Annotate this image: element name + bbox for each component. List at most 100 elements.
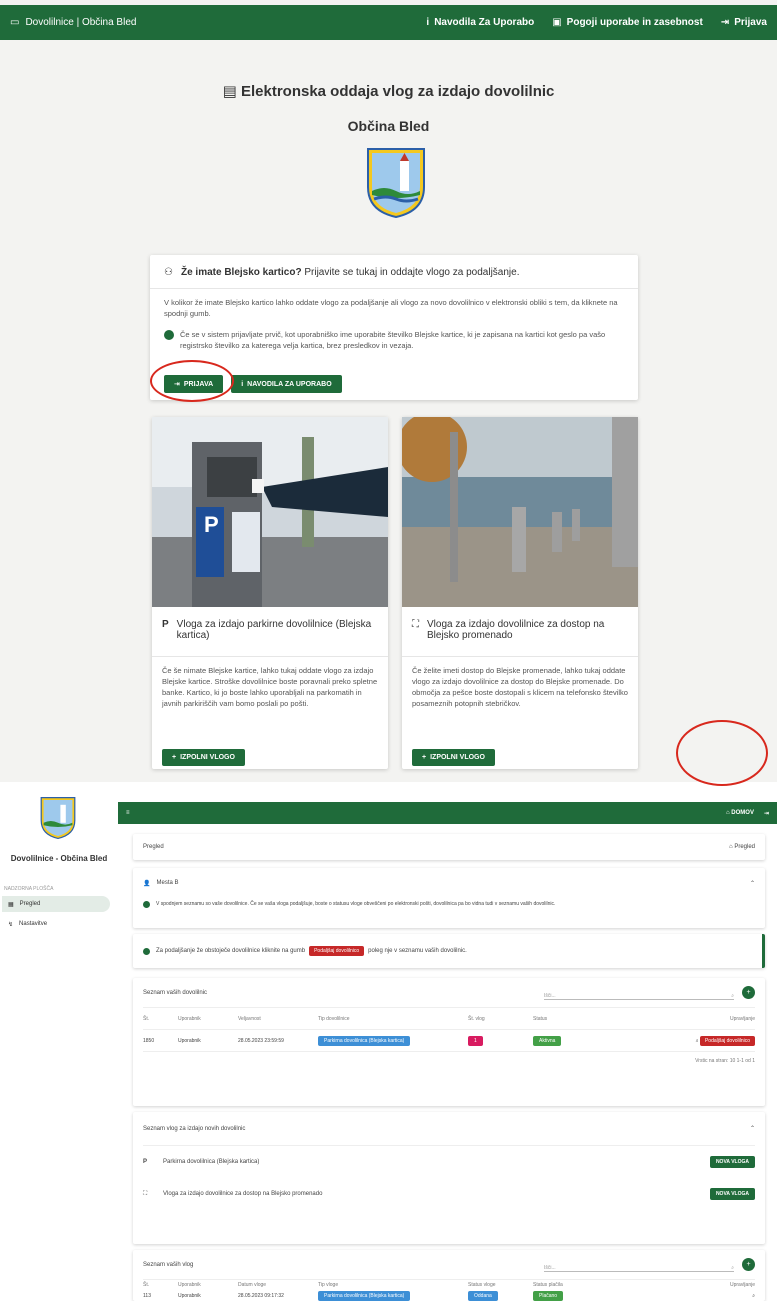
cell: 113 xyxy=(143,1292,151,1299)
col-header: Št. xyxy=(143,1015,150,1022)
chevron-up-icon[interactable]: ⌃ xyxy=(750,880,755,887)
add-icon[interactable]: + xyxy=(742,1258,755,1271)
applications-list-panel: Seznam vaših vlog Išči... ⌕ + Št. Uporabn… xyxy=(133,1250,765,1301)
info-row: V spodnjem seznamu so vaše dovolilnice. … xyxy=(143,900,755,908)
plus-icon: + xyxy=(422,754,427,761)
walk-icon: ⛶ xyxy=(412,619,419,630)
home-link[interactable]: ⌂ DOMOV xyxy=(726,810,754,817)
nav-login[interactable]: ⇥ Prijava xyxy=(721,17,767,28)
sidebar: Dovolilnice - Občina Bled NADZORNA PLOŠČ… xyxy=(0,782,118,1301)
parking-icon: P xyxy=(162,619,169,630)
bollards-photo xyxy=(402,417,638,607)
search-icon: ⌕ xyxy=(731,1264,734,1271)
promenade-tile-body: Če želite imeti dostop do Blejske promen… xyxy=(412,666,628,708)
overview-header: Pregled ⌂ Pregled xyxy=(133,834,765,860)
parking-apply-label: IZPOLNI VLOGO xyxy=(180,754,235,761)
nav-terms-label: Pogoji uporabe in zasebnost xyxy=(566,17,703,28)
permits-title: Seznam vaših dovolilnic xyxy=(143,989,208,996)
highlight-circle-login xyxy=(150,360,234,402)
user-row: 👤 Mesta B ⌃ xyxy=(143,876,755,890)
new-applications-panel: Seznam vlog za izdajo novih dovolilnic ⌃… xyxy=(133,1112,765,1244)
sidebar-item-settings[interactable]: ↯ Nastavitve xyxy=(2,916,110,932)
new-application-button[interactable]: NOVA VLOGA xyxy=(709,1156,755,1168)
parking-tile-title: P Vloga za izdajo parkirne dovolilnice (… xyxy=(152,607,388,657)
new-application-label: NOVA VLOGA xyxy=(715,1159,749,1165)
search-placeholder: Išči... xyxy=(544,1264,556,1271)
lock-icon: ▣ xyxy=(552,17,562,28)
col-header: Tip dovolilnice xyxy=(318,1015,350,1022)
brand[interactable]: ▭ Dovolilnice | Občina Bled xyxy=(10,17,136,28)
renew-button[interactable]: Podaljšaj dovolilnico xyxy=(699,1035,755,1046)
application-label: Vloga za izdajo dovolilnice za dostop na… xyxy=(163,1191,323,1197)
permits-header: Seznam vaših dovolilnic Išči... ⌕ + xyxy=(143,978,755,1008)
col-header: Veljavnost xyxy=(238,1015,261,1022)
col-header: Upravljanje xyxy=(729,1015,755,1022)
sidebar-brand: Dovolilnice - Občina Bled xyxy=(10,854,108,863)
cell: Uporabnik xyxy=(178,1292,201,1299)
overview-action[interactable]: ⌂ Pregled xyxy=(729,844,755,850)
status-chip: Oddana xyxy=(468,1290,498,1301)
user-panel: 👤 Mesta B ⌃ V spodnjem seznamu so vaše d… xyxy=(133,868,765,928)
renew-notice-rest: poleg nje v seznamu vaših dovolilnic. xyxy=(368,948,467,954)
info-dot-icon xyxy=(143,948,150,955)
new-application-button[interactable]: NOVA VLOGA xyxy=(709,1188,755,1200)
heading-bold: Že imate Blejsko kartico? xyxy=(180,267,302,278)
col-header: Status xyxy=(533,1015,548,1022)
parking-tile-title-text: Vloga za izdajo parkirne dovolilnice (Bl… xyxy=(176,619,372,641)
pager[interactable]: Vrstic na stran: 10 1-1 od 1 xyxy=(143,1052,755,1064)
info-icon: i xyxy=(241,380,244,388)
count-chip: 1 xyxy=(468,1035,483,1046)
col-header: Tip vloge xyxy=(318,1282,339,1288)
cell: 1850 xyxy=(143,1037,155,1044)
search-icon[interactable]: ⌕ xyxy=(588,1293,755,1299)
login-card-heading: ⚇ Že imate Blejsko kartico? Prijavite se… xyxy=(150,255,638,289)
permits-search-input[interactable]: Išči... ⌕ xyxy=(544,986,734,1000)
heading-rest: Prijavite se tukaj in oddajte vlogo za p… xyxy=(301,267,520,278)
promenade-tile-title: ⛶ Vloga za izdajo dovolilnice za dostop … xyxy=(402,607,638,657)
list-item: P Parkirna dovolilnica (Blejska kartica)… xyxy=(143,1146,755,1178)
walk-icon: ⛶ xyxy=(143,1190,148,1197)
card-icon: ▭ xyxy=(10,17,20,28)
login-note-text: Če se v sistem prijavljate prvič, kot up… xyxy=(180,330,606,350)
sidebar-caption: NADZORNA PLOŠČA xyxy=(4,886,54,892)
cell: 28.05.2023 23:59:59 xyxy=(238,1037,284,1044)
permits-table-header: Št. Uporabnik Veljavnost Tip dovolilnice… xyxy=(143,1008,755,1030)
login-card-note: Če se v sistem prijavljate prvič, kot up… xyxy=(150,327,638,351)
table-row: 1850 Uporabnik 28.05.2023 23:59:59 Parki… xyxy=(143,1030,755,1052)
col-header: Št. vlog xyxy=(468,1015,485,1022)
dashboard-top-bar: ≡ ⌂ DOMOV ⇥ xyxy=(118,802,777,824)
brand-label: Dovolilnice | Občina Bled xyxy=(25,17,137,28)
document-icon: ▤ xyxy=(222,83,241,100)
info-dot-icon xyxy=(143,901,150,908)
info-icon: i xyxy=(426,17,430,28)
logout-icon[interactable]: ⇥ xyxy=(764,810,769,817)
add-icon[interactable]: + xyxy=(742,986,755,999)
applications-list-title: Seznam vaših vlog xyxy=(143,1261,194,1268)
parking-tile-body: Če še nimate Blejske kartice, lahko tuka… xyxy=(162,666,378,708)
applications-title: Seznam vlog za izdajo novih dovolilnic xyxy=(143,1125,246,1132)
applications-list-header: Seznam vaših vlog Išči... ⌕ + xyxy=(143,1250,755,1280)
col-header: Št. xyxy=(143,1282,150,1288)
col-header: Status plačila xyxy=(533,1282,563,1288)
user-icon: 👤 xyxy=(143,880,151,887)
menu-icon[interactable]: ≡ xyxy=(126,810,130,816)
settings-icon: ↯ xyxy=(8,921,14,928)
col-header: Uporabnik xyxy=(178,1282,201,1288)
info-text: V spodnjem seznamu so vaše dovolilnice. … xyxy=(156,901,556,907)
application-label: Parkirna dovolilnica (Blejska kartica) xyxy=(163,1159,260,1165)
sidebar-item-label: Nastavitve xyxy=(19,921,48,927)
nav-terms[interactable]: ▣ Pogoji uporabe in zasebnost xyxy=(552,17,703,28)
sidebar-item-overview[interactable]: ▦ Pregled xyxy=(2,896,110,912)
parking-apply-button[interactable]: + IZPOLNI VLOGO xyxy=(162,749,245,766)
applications-search-input[interactable]: Išči... ⌕ xyxy=(544,1258,734,1272)
new-application-label: NOVA VLOGA xyxy=(715,1191,749,1197)
top-nav-links: i Navodila Za Uporabo ▣ Pogoji uporabe in … xyxy=(426,17,767,28)
nav-manual[interactable]: i Navodila Za Uporabo xyxy=(426,17,534,28)
panel-title: Pregled xyxy=(143,844,164,850)
promenade-apply-button[interactable]: + IZPOLNI VLOGO xyxy=(412,749,495,766)
dashboard-page: Dovolilnice - Občina Bled NADZORNA PLOŠČ… xyxy=(0,720,777,1301)
page-subtitle: Občina Bled xyxy=(347,118,430,134)
login-page: ▭ Dovolilnice | Občina Bled i Navodila Za… xyxy=(0,0,777,782)
chevron-up-icon[interactable]: ⌃ xyxy=(750,1125,755,1132)
manual-button[interactable]: i NAVODILA ZA UPORABO xyxy=(231,375,342,393)
